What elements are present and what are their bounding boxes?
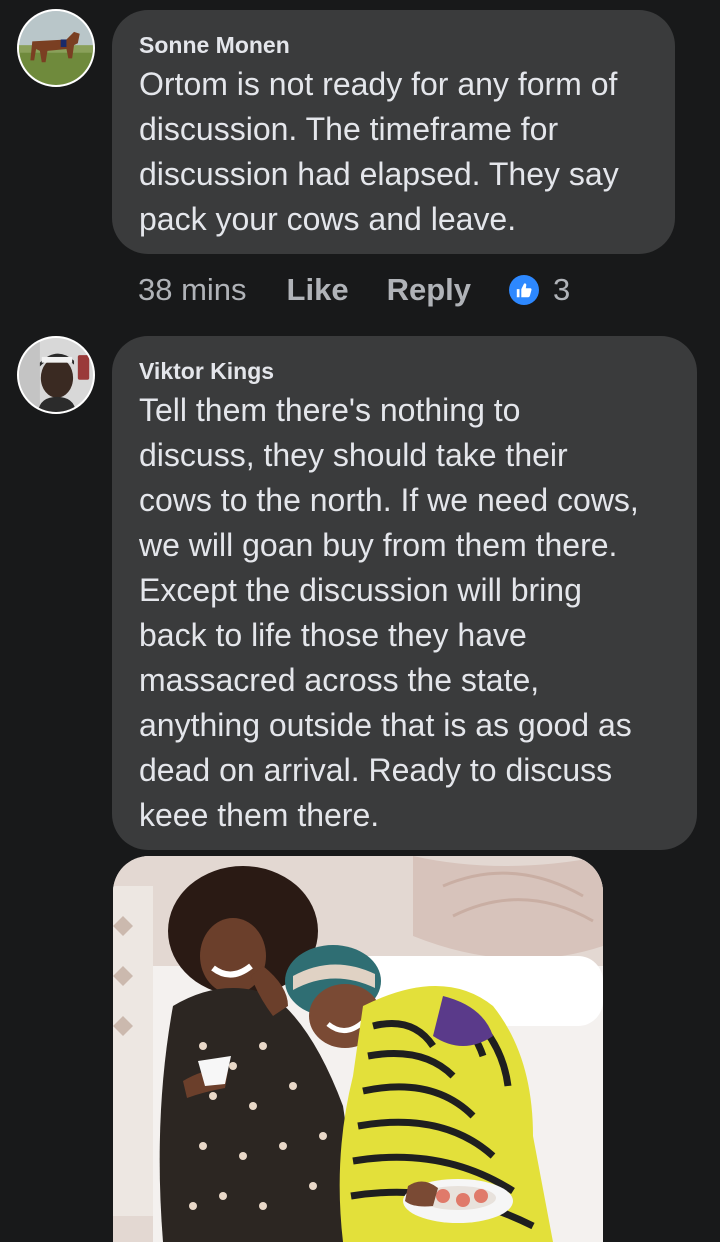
comment-author[interactable]: Viktor Kings [139, 356, 669, 386]
comment-actions: 38 mins Like Reply 3 [138, 268, 570, 312]
reaction-summary[interactable]: 3 [509, 272, 570, 308]
thumbs-up-icon [509, 275, 539, 305]
comments-thread: Sonne Monen Ortom is not ready for any f… [0, 0, 720, 1242]
comment-text: Ortom is not ready for any form of discu… [139, 66, 619, 237]
like-button[interactable]: Like [287, 272, 349, 308]
avatar-sonne-monen[interactable] [17, 9, 95, 87]
comment-author[interactable]: Sonne Monen [139, 30, 647, 60]
reply-button[interactable]: Reply [387, 272, 471, 308]
avatar-viktor-kings[interactable] [17, 336, 95, 414]
horse-photo-avatar [19, 11, 93, 85]
comment-timestamp[interactable]: 38 mins [138, 272, 247, 308]
laughing-women-photo [113, 856, 603, 1242]
comment-text: Tell them there's nothing to discuss, th… [139, 392, 639, 833]
comment-bubble-1: Sonne Monen Ortom is not ready for any f… [112, 10, 675, 254]
reaction-count: 3 [553, 272, 571, 307]
comment-attachment-photo[interactable] [113, 856, 603, 1242]
person-photo-avatar [19, 338, 93, 412]
comment-bubble-2: Viktor Kings Tell them there's nothing t… [112, 336, 697, 850]
